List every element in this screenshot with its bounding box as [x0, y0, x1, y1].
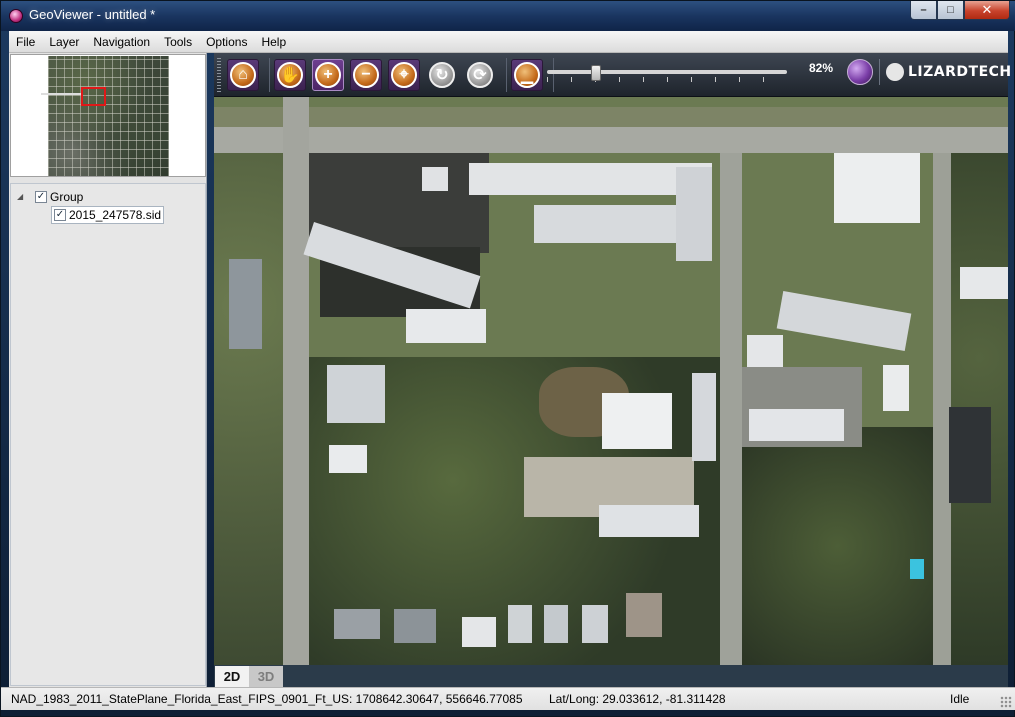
zoom-slider-ticks — [547, 77, 787, 82]
refresh-icon: ⟳ — [467, 61, 493, 88]
globe-icon[interactable] — [847, 59, 873, 85]
map-canvas[interactable] — [214, 97, 1008, 665]
building-narrow — [692, 373, 716, 461]
window-controls: – □ ✕ — [910, 1, 1010, 20]
menu-file[interactable]: File — [9, 35, 42, 49]
refresh-button[interactable]: ⟳ — [464, 59, 496, 91]
brand-separator — [879, 59, 880, 85]
zoom-in-icon: + — [315, 61, 341, 88]
window-title: GeoViewer - untitled * — [29, 7, 156, 22]
measure-button[interactable]: ▁ — [511, 58, 543, 91]
building-small-center — [406, 309, 486, 343]
maximize-button[interactable]: □ — [937, 1, 964, 20]
house-1 — [334, 609, 380, 639]
vegetation-southeast — [742, 427, 933, 665]
zoom-to-extent-button[interactable]: ⌖ — [388, 58, 420, 91]
app-icon[interactable] — [9, 9, 23, 23]
collapse-arrow-icon[interactable]: ◢ — [17, 192, 27, 202]
house-7 — [626, 593, 662, 637]
measure-icon: ▁ — [514, 61, 540, 88]
building-square-west — [327, 365, 385, 423]
pan-button[interactable]: ✋ — [274, 58, 306, 91]
building-east-white — [834, 153, 920, 223]
zoom-slider-thumb[interactable] — [591, 65, 602, 81]
rail-corridor — [214, 107, 1008, 127]
building-roof-gray — [229, 259, 262, 349]
menu-bar: File Layer Navigation Tools Options Help — [9, 31, 1008, 53]
layer-item-row: ✓ 2015_247578.sid — [51, 206, 165, 224]
minimize-button[interactable]: – — [910, 1, 937, 20]
rotate-button[interactable]: ↻ — [426, 59, 458, 91]
house-5 — [544, 605, 568, 643]
overview-road — [41, 93, 83, 95]
vegetation-west — [214, 153, 283, 665]
left-panel: ◢ ✓ Group ✓ 2015_247578.sid — [9, 53, 207, 687]
house-4 — [508, 605, 532, 643]
building-south — [599, 505, 699, 537]
building-l-shaped — [602, 393, 672, 449]
group-label[interactable]: Group — [50, 190, 83, 204]
rotate-icon: ↻ — [429, 61, 455, 88]
zoom-slider[interactable] — [547, 65, 792, 85]
lizard-logo-icon — [886, 63, 904, 81]
home-icon: ⌂ — [230, 61, 256, 88]
building-east-block — [883, 365, 909, 411]
toolbar-separator — [269, 57, 270, 92]
toolbar-separator — [506, 57, 507, 92]
building-east-long — [749, 409, 844, 441]
zoom-slider-track[interactable] — [547, 70, 787, 74]
menu-layer[interactable]: Layer — [42, 35, 86, 49]
zoom-out-button[interactable]: − — [350, 58, 382, 91]
title-bar[interactable]: GeoViewer - untitled * – □ ✕ — [1, 1, 1015, 31]
overview-thumbnail — [48, 56, 169, 176]
building-warehouse-wing — [676, 167, 712, 261]
building-dark-roof — [949, 407, 991, 503]
swimming-pool — [910, 559, 924, 579]
view-tabs: 2D 3D — [214, 665, 1008, 687]
road-horizontal — [214, 127, 1008, 153]
road-vertical-east — [720, 153, 742, 665]
house-6 — [582, 605, 608, 643]
status-state: Idle — [950, 692, 970, 706]
layer-group-row: ◢ ✓ Group — [17, 188, 83, 206]
overview-map[interactable] — [10, 54, 206, 177]
building-east-small — [747, 335, 783, 367]
building-shed — [422, 167, 448, 191]
projection-coordinates: NAD_1983_2011_StatePlane_Florida_East_FI… — [11, 692, 523, 706]
building-house-west — [329, 445, 367, 473]
latlong-readout: Lat/Long: 29.033612, -81.311428 — [549, 692, 726, 706]
layer-item[interactable]: ✓ 2015_247578.sid — [51, 206, 165, 224]
group-checkbox[interactable]: ✓ — [35, 191, 47, 203]
toolbar-grip[interactable] — [217, 57, 221, 92]
house-3 — [462, 617, 496, 647]
house-2 — [394, 609, 436, 643]
zoom-out-icon: − — [353, 61, 379, 88]
menu-help[interactable]: Help — [254, 35, 293, 49]
map-toolbar: ⌂ ✋ + − ⌖ ↻ ⟳ ▁ 82% LIZARDTECH — [214, 53, 1011, 97]
pan-hand-icon: ✋ — [277, 61, 303, 88]
layer-checkbox[interactable]: ✓ — [54, 209, 66, 221]
brand-area: LIZARDTECH — [847, 59, 1012, 85]
menu-navigation[interactable]: Navigation — [86, 35, 157, 49]
zoom-level-label: 82% — [809, 61, 834, 75]
resize-grip[interactable] — [1000, 696, 1012, 708]
menu-options[interactable]: Options — [199, 35, 254, 49]
status-bar: NAD_1983_2011_StatePlane_Florida_East_FI… — [1, 687, 1015, 710]
zoom-to-extent-icon: ⌖ — [391, 61, 417, 88]
brand-logo-text: LIZARDTECH — [908, 64, 1012, 80]
zoom-in-button[interactable]: + — [312, 58, 344, 91]
home-button[interactable]: ⌂ — [227, 58, 259, 91]
overview-view-frame[interactable] — [81, 87, 106, 106]
close-button[interactable]: ✕ — [964, 1, 1010, 20]
building-east-angled — [776, 291, 912, 351]
menu-tools[interactable]: Tools — [157, 35, 199, 49]
geoviewer-window: GeoViewer - untitled * – □ ✕ File Layer … — [0, 0, 1015, 717]
layer-item-label[interactable]: 2015_247578.sid — [69, 208, 161, 222]
tab-3d[interactable]: 3D — [249, 666, 283, 687]
tab-2d[interactable]: 2D — [215, 666, 249, 687]
road-vertical-west — [283, 97, 309, 665]
layer-tree: ◢ ✓ Group ✓ 2015_247578.sid — [10, 183, 206, 686]
building-far-east — [960, 267, 1008, 299]
